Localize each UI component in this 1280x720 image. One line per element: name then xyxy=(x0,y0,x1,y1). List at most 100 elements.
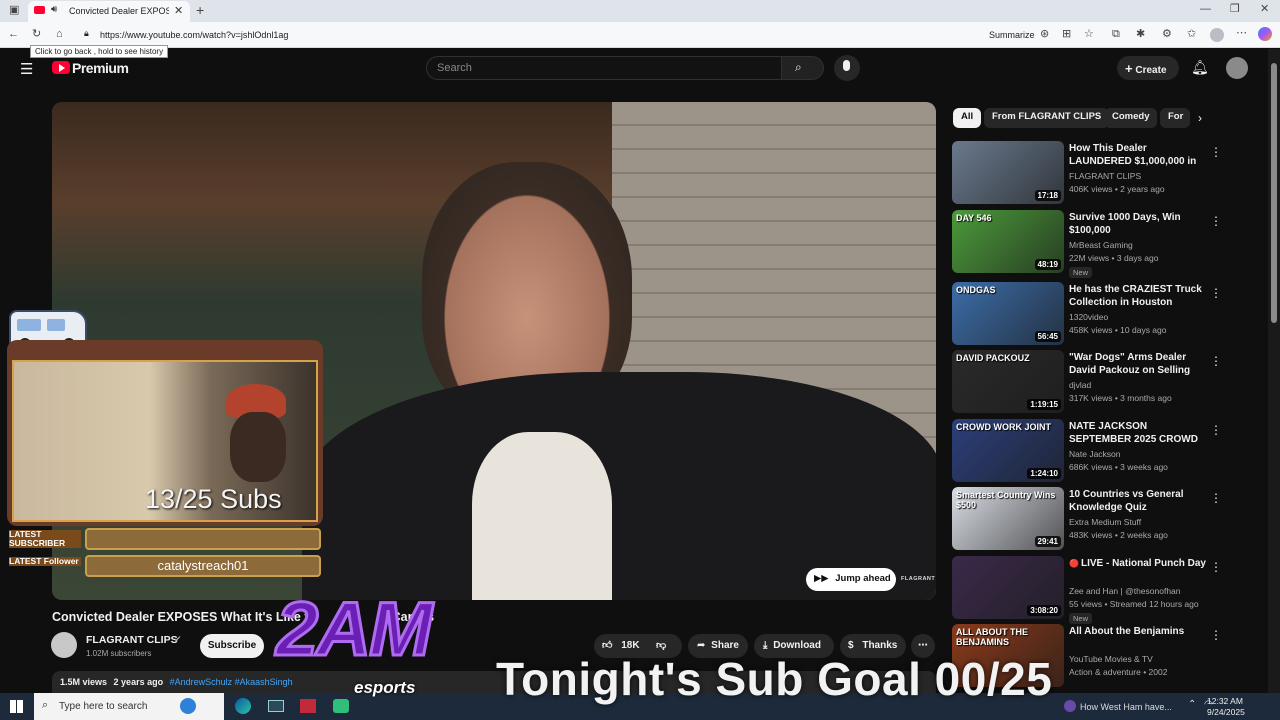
extension-icon[interactable]: ⧉ xyxy=(1112,29,1120,40)
app-green-taskbar-icon[interactable] xyxy=(333,699,349,713)
recommendation-thumbnail[interactable]: Smartest Country Wins $500 29:41 xyxy=(952,487,1064,550)
youtube-logo-icon[interactable] xyxy=(52,61,70,74)
voice-search-button[interactable] xyxy=(834,55,860,81)
copilot-icon[interactable]: ⚙ xyxy=(1162,29,1172,40)
more-vertical-icon[interactable]: ⋮ xyxy=(1210,354,1222,368)
browser-tab-active[interactable]: 🔊︎ Convicted Dealer EXPOSES V ✕ xyxy=(28,1,190,22)
maximize-icon[interactable]: ❐ xyxy=(1230,4,1240,15)
chip-comedy[interactable]: Comedy xyxy=(1104,108,1158,128)
refresh-icon[interactable]: ↻ xyxy=(32,29,41,40)
search-button[interactable]: ⌕ xyxy=(782,56,824,80)
jump-ahead-button[interactable]: ▶▶ Jump ahead xyxy=(806,568,896,591)
recommendation-card[interactable]: ONDGAS 56:45 He has the CRAZIEST Truck Col… xyxy=(952,282,1252,346)
summarize-button[interactable]: Summarize xyxy=(989,30,1035,40)
favorites-icon[interactable]: ✩ xyxy=(1187,29,1196,40)
puzzle-icon[interactable]: ✱ xyxy=(1136,29,1145,40)
like-button[interactable]: 👍︎ 18K xyxy=(602,639,640,651)
more-vertical-icon[interactable]: ⋮ xyxy=(1210,491,1222,505)
recommendation-thumbnail[interactable]: 17:18 xyxy=(952,141,1064,204)
recommendation-channel[interactable]: Zee and Han | @thesonofhan xyxy=(1069,586,1181,596)
recommendation-title[interactable]: How This Dealer LAUNDERED $1,000,000 in … xyxy=(1069,142,1209,169)
recommendation-thumbnail[interactable]: ONDGAS 56:45 xyxy=(952,282,1064,345)
search-highlight-icon[interactable] xyxy=(180,698,196,714)
back-icon[interactable]: ← xyxy=(8,29,19,40)
channel-avatar[interactable] xyxy=(51,632,77,658)
tray-chevron-icon[interactable]: ⌃ xyxy=(1188,699,1196,710)
recommendation-channel[interactable]: FLAGRANT CLIPS xyxy=(1069,171,1141,181)
scrollbar-thumb[interactable] xyxy=(1271,63,1277,323)
recommendation-channel[interactable]: MrBeast Gaming xyxy=(1069,240,1133,250)
page-scrollbar[interactable] xyxy=(1268,49,1280,693)
search-input[interactable]: Search xyxy=(426,56,782,80)
more-vertical-icon[interactable]: ⋮ xyxy=(1210,286,1222,300)
close-tab-icon[interactable]: ✕ xyxy=(174,4,183,17)
recommendation-thumbnail[interactable]: 3:08:20 xyxy=(952,556,1064,619)
news-widget-icon[interactable] xyxy=(1064,700,1076,712)
recommendation-channel[interactable]: djvlad xyxy=(1069,380,1091,390)
clock-time[interactable]: 12:32 AM xyxy=(1207,696,1243,706)
recommendation-channel[interactable]: 1320video xyxy=(1069,312,1108,322)
recommendation-card[interactable]: 17:18 How This Dealer LAUNDERED $1,000,00… xyxy=(952,141,1252,205)
news-widget-text[interactable]: How West Ham have... xyxy=(1080,702,1172,712)
clock-date[interactable]: 9/24/2025 xyxy=(1207,707,1245,717)
recommendation-title[interactable]: He has the CRAZIEST Truck Collection in … xyxy=(1069,283,1209,310)
recommendation-title[interactable]: All About the Benjamins xyxy=(1069,625,1209,638)
more-vertical-icon[interactable]: ⋮ xyxy=(1210,560,1222,574)
create-button[interactable]: + Create xyxy=(1117,56,1179,80)
recommendation-card[interactable]: DAVID PACKOUZ 1:19:15 "War Dogs" Arms Deal… xyxy=(952,350,1252,414)
recommendation-channel[interactable]: Extra Medium Stuff xyxy=(1069,517,1141,527)
summarize-icon[interactable]: ⊛ xyxy=(1040,29,1049,40)
recommendation-title[interactable]: "War Dogs" Arms Dealer David Packouz on … xyxy=(1069,351,1209,378)
speaker-icon[interactable]: 🔊︎ xyxy=(51,4,57,15)
recommendation-thumbnail[interactable]: CROWD WORK JOINT 1:24:10 xyxy=(952,419,1064,482)
home-icon[interactable]: ⌂ xyxy=(56,29,63,40)
chip-all[interactable]: All xyxy=(953,108,982,128)
hashtags[interactable]: #AndrewSchulz #AkaashSingh xyxy=(170,677,293,687)
recommendation-title[interactable]: 10 Countries vs General Knowledge Quiz xyxy=(1069,488,1209,514)
youtube-logo-text[interactable]: Premium xyxy=(72,60,129,76)
recommendation-channel[interactable]: Nate Jackson xyxy=(1069,449,1121,459)
more-vertical-icon[interactable]: ⋮ xyxy=(1210,145,1222,159)
terminal-taskbar-icon[interactable] xyxy=(268,700,284,712)
recommendation-thumbnail[interactable]: DAY 546 48:19 xyxy=(952,210,1064,273)
taskbar-search-input[interactable]: ⌕ Type here to search xyxy=(34,693,224,720)
recommendation-card[interactable]: CROWD WORK JOINT 1:24:10 NATE JACKSON SEPT… xyxy=(952,419,1252,483)
recommendation-title-text: Survive 1000 Days, Win $100,000 xyxy=(1069,212,1181,236)
subscribe-label: Subscribe xyxy=(207,640,257,651)
hamburger-menu-icon[interactable]: ☰ xyxy=(20,60,33,78)
more-menu-icon[interactable]: ⋯ xyxy=(1236,28,1247,39)
url-field[interactable]: 🔒︎ https://www.youtube.com/watch?v=jshlO… xyxy=(78,25,978,45)
favorite-star-icon[interactable]: ☆ xyxy=(1084,29,1094,40)
chips-next-chevron-icon[interactable]: › xyxy=(1198,111,1202,125)
notifications-bell-icon[interactable]: 🔔︎ xyxy=(1191,59,1209,76)
recommendation-title[interactable]: NATE JACKSON SEPTEMBER 2025 CROWD WORK J… xyxy=(1069,420,1209,447)
reader-icon[interactable]: ⊞ xyxy=(1062,29,1071,40)
edge-copilot-icon[interactable] xyxy=(1258,27,1272,41)
chip-for-you[interactable]: For xyxy=(1160,108,1190,128)
more-vertical-icon[interactable]: ⋮ xyxy=(1210,628,1222,642)
windows-start-icon[interactable] xyxy=(10,700,23,713)
minimize-icon[interactable]: — xyxy=(1200,4,1211,15)
chip-from-channel[interactable]: From FLAGRANT CLIPS xyxy=(984,108,1110,128)
account-avatar[interactable] xyxy=(1226,57,1248,79)
dislike-button[interactable]: 👎︎ xyxy=(656,639,666,651)
recommendation-title[interactable]: Survive 1000 Days, Win $100,000 xyxy=(1069,211,1209,237)
back-tooltip: Click to go back , hold to see history xyxy=(30,45,169,58)
recommendation-title[interactable]: 🔴 LIVE - National Punch Day xyxy=(1069,557,1209,570)
close-window-icon[interactable]: ✕ xyxy=(1260,4,1269,15)
app-red-taskbar-icon[interactable] xyxy=(300,699,316,713)
more-vertical-icon[interactable]: ⋮ xyxy=(1210,423,1222,437)
recommendation-channel[interactable]: YouTube Movies & TV xyxy=(1069,654,1153,664)
edge-taskbar-icon[interactable] xyxy=(235,698,251,714)
recommendation-card[interactable]: DAY 546 48:19 Survive 1000 Days, Win $100,… xyxy=(952,210,1252,278)
recommendation-thumbnail[interactable]: DAVID PACKOUZ 1:19:15 xyxy=(952,350,1064,413)
thumbnail-text: ONDGAS xyxy=(956,285,996,295)
recommendation-card[interactable]: 3:08:20 🔴 LIVE - National Punch Day Zee and… xyxy=(952,556,1252,624)
recommendation-card[interactable]: Smartest Country Wins $500 29:41 10 Countr… xyxy=(952,487,1252,551)
subscribe-button[interactable]: Subscribe xyxy=(200,634,264,658)
new-tab-icon[interactable]: + xyxy=(196,3,204,17)
channel-name[interactable]: FLAGRANT CLIPS xyxy=(86,634,178,646)
more-vertical-icon[interactable]: ⋮ xyxy=(1210,214,1222,228)
profile-icon[interactable] xyxy=(1210,28,1224,42)
tab-actions-icon[interactable]: ▣ xyxy=(9,5,19,16)
